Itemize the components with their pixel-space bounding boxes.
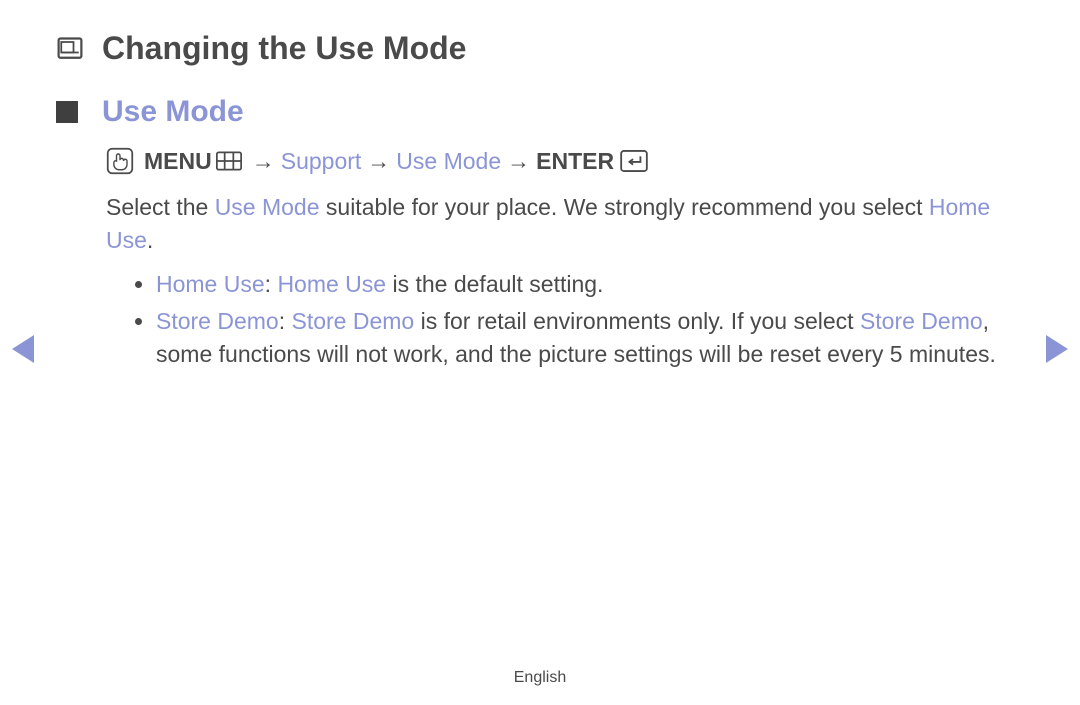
menu-grid-icon [216, 151, 242, 171]
option-text: is for retail environments only. If you … [414, 308, 860, 334]
list-item: Store Demo: Store Demo is for retail env… [156, 305, 1000, 372]
intro-text: suitable for your place. We strongly rec… [320, 194, 929, 220]
footer-language: English [0, 669, 1080, 687]
page-title-row: Changing the Use Mode [56, 30, 1000, 67]
arrow-separator: → [367, 148, 390, 175]
manual-icon [56, 35, 84, 63]
arrow-separator: → [507, 148, 530, 175]
option-store-demo: Store Demo [860, 308, 983, 334]
enter-label: ENTER [536, 148, 614, 175]
page-title: Changing the Use Mode [102, 30, 466, 67]
intro-use-mode: Use Mode [215, 194, 320, 220]
touch-hand-icon [106, 147, 134, 175]
option-text: is the default setting. [386, 271, 603, 297]
option-home-use: Home Use [156, 271, 265, 297]
arrow-separator: → [252, 148, 275, 175]
menu-label: MENU [144, 148, 212, 175]
breadcrumb-support: Support [281, 148, 362, 175]
next-page-arrow[interactable] [1046, 335, 1068, 363]
enter-key-icon [620, 150, 648, 172]
intro-paragraph: Select the Use Mode suitable for your pl… [106, 191, 1000, 258]
option-text: : [265, 271, 278, 297]
prev-page-arrow[interactable] [12, 335, 34, 363]
section-row: Use Mode [56, 95, 1000, 129]
menu-path: MENU → Support → Use Mode → ENTER [106, 147, 1000, 175]
options-list: Home Use: Home Use is the default settin… [156, 268, 1000, 372]
option-home-use: Home Use [277, 271, 386, 297]
option-store-demo: Store Demo [156, 308, 279, 334]
section-heading: Use Mode [102, 95, 244, 129]
option-store-demo: Store Demo [292, 308, 415, 334]
intro-text: Select the [106, 194, 215, 220]
option-text: : [279, 308, 292, 334]
breadcrumb-use-mode: Use Mode [396, 148, 501, 175]
square-bullet-icon [56, 101, 78, 123]
intro-text: . [147, 227, 153, 253]
list-item: Home Use: Home Use is the default settin… [156, 268, 1000, 301]
